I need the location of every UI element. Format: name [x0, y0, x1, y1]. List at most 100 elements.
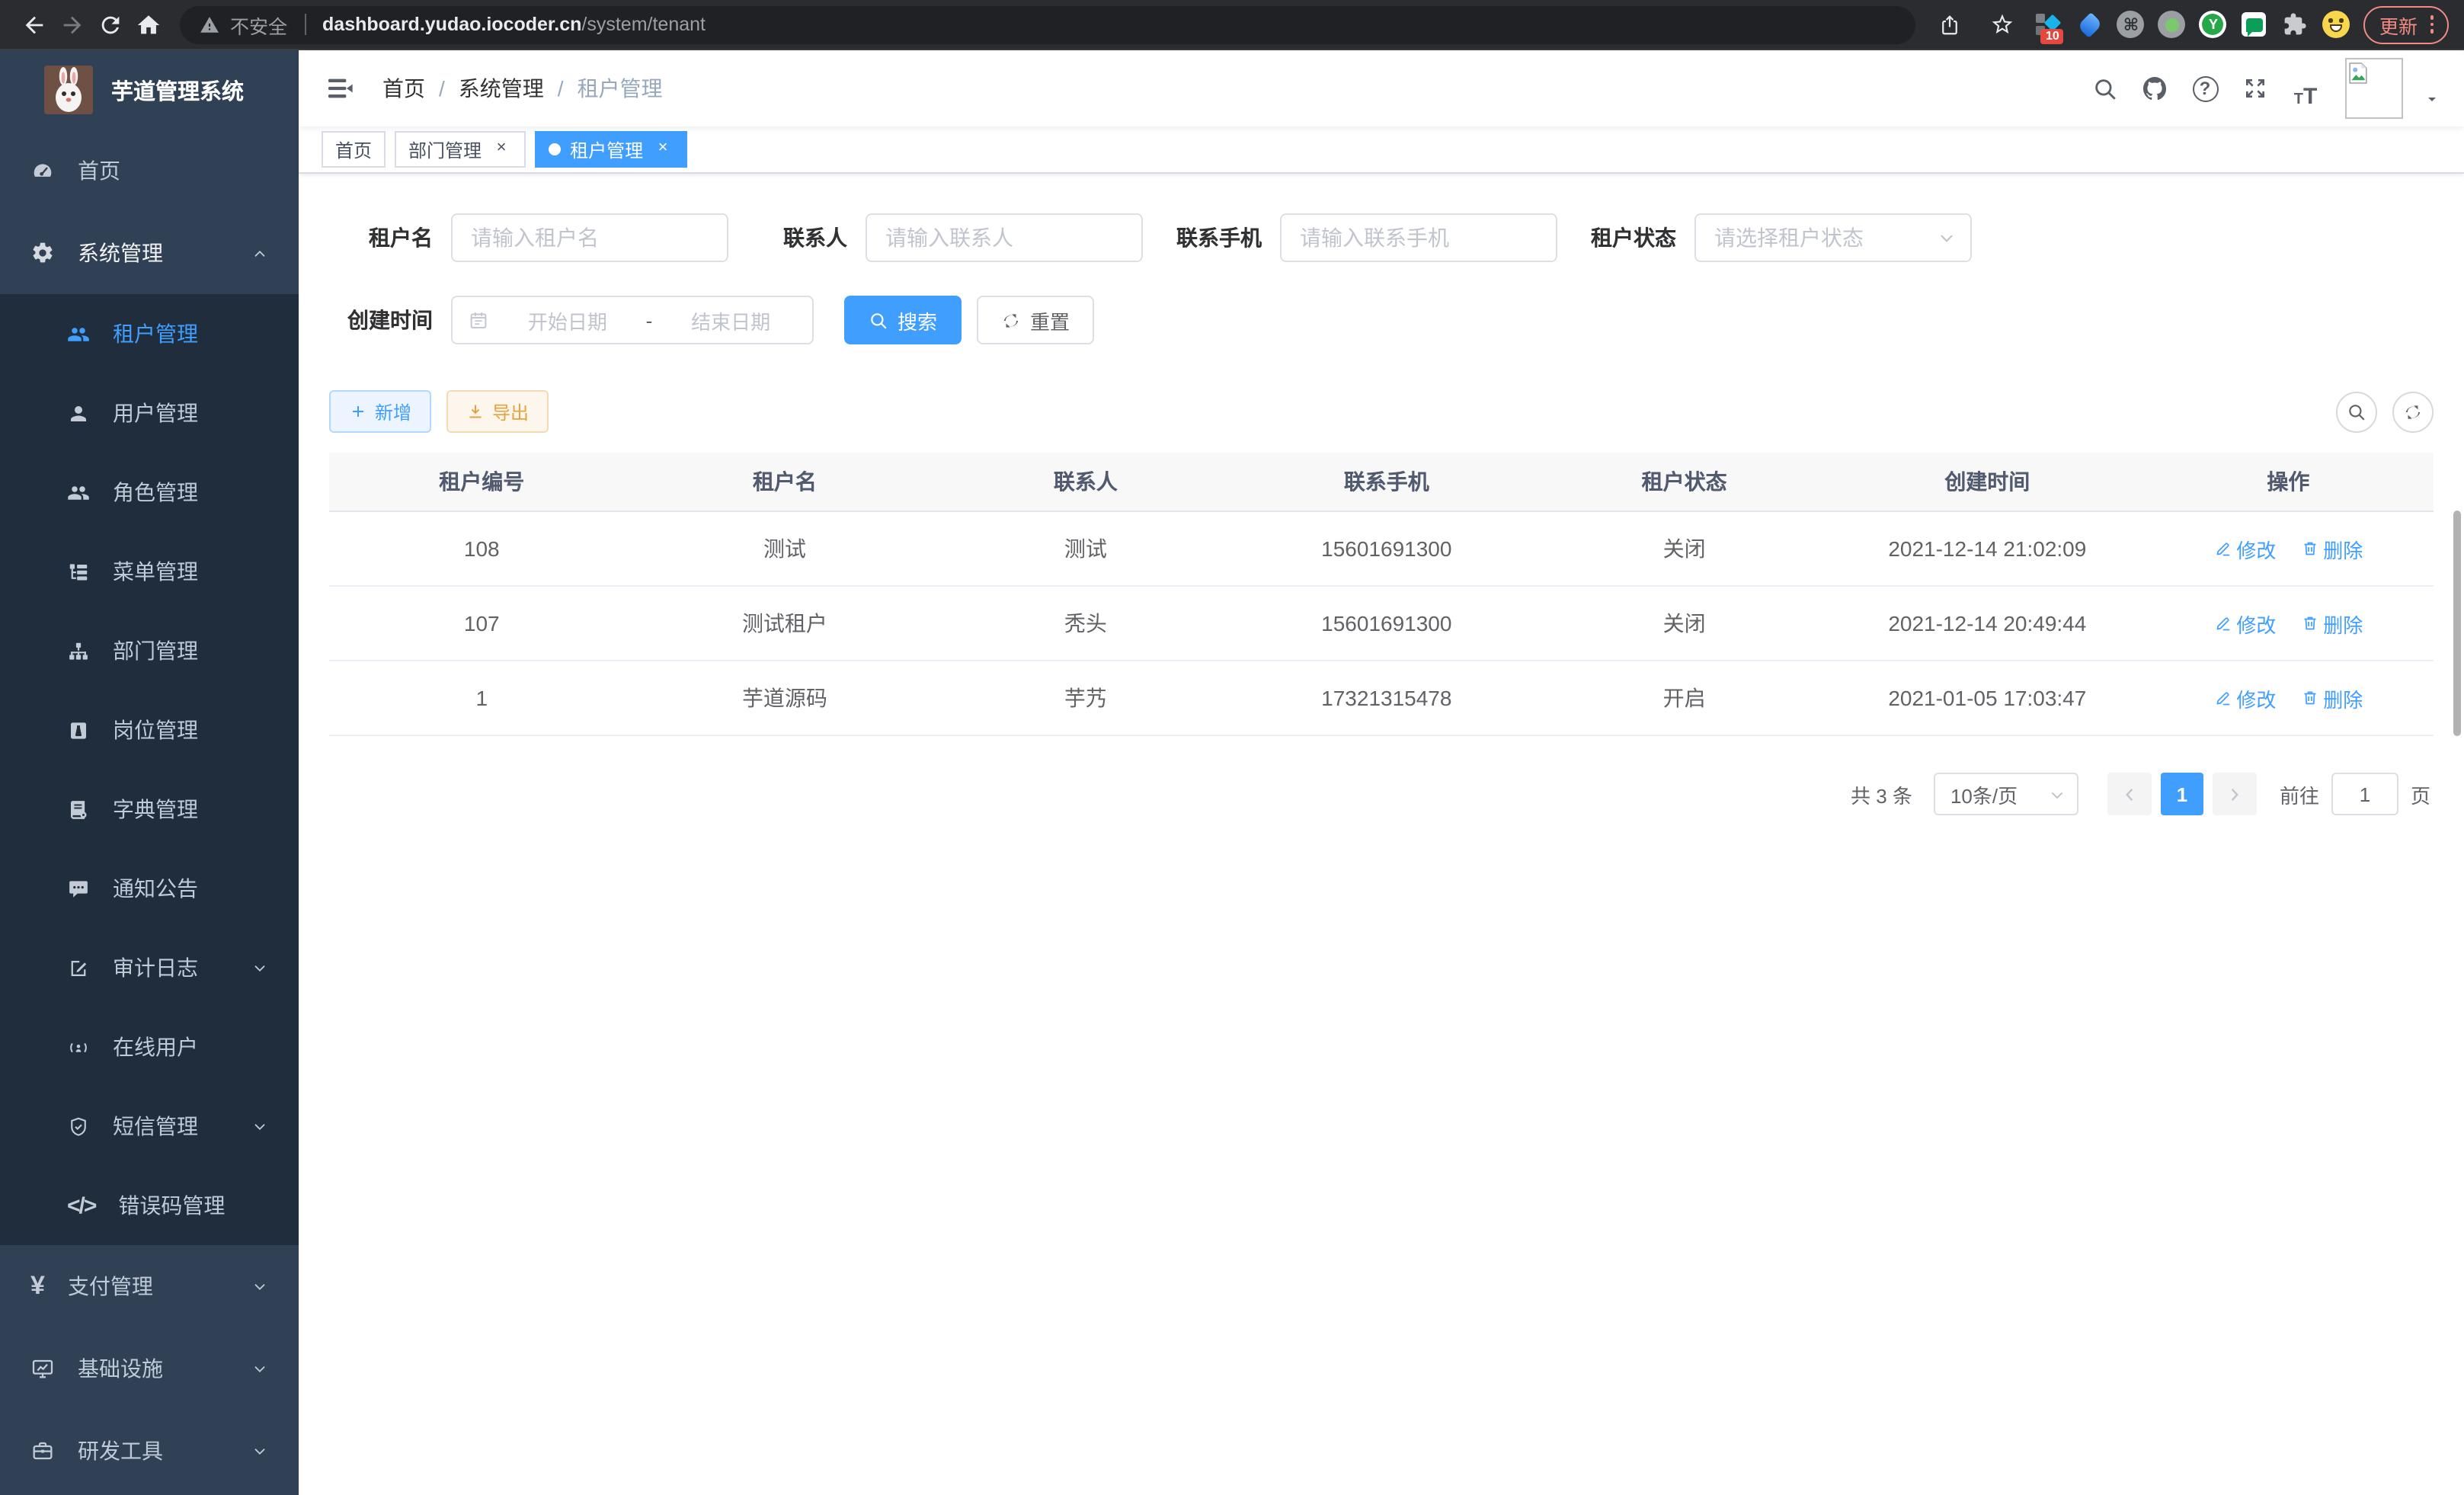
sidebar-item-role[interactable]: 角色管理: [0, 453, 299, 532]
link-label: 修改: [2236, 534, 2276, 563]
tab-tenant-active[interactable]: 租户管理 ×: [535, 131, 687, 168]
breadcrumb-system[interactable]: 系统管理: [459, 73, 544, 104]
edit-link[interactable]: 修改: [2213, 683, 2276, 712]
edit-link[interactable]: 修改: [2213, 609, 2276, 638]
font-size-icon[interactable]: TT: [2286, 69, 2325, 108]
sidebar-item-sms[interactable]: 短信管理: [0, 1087, 299, 1166]
cell-contact: 秃头: [935, 586, 1236, 661]
goto-unit: 页: [2411, 780, 2430, 808]
cell-status: 关闭: [1537, 586, 1832, 661]
sidebar-item-post[interactable]: 岗位管理: [0, 690, 299, 770]
chrome-update-button[interactable]: 更新: [2364, 5, 2449, 43]
sidebar-item-tenant[interactable]: 租户管理: [0, 294, 299, 373]
show-search-toggle-button[interactable]: [2336, 391, 2377, 432]
help-icon[interactable]: ?: [2185, 69, 2225, 108]
cell-tenant-name: 测试: [634, 511, 935, 586]
sidebar-item-system[interactable]: 系统管理: [0, 212, 299, 294]
export-button[interactable]: 导出: [446, 390, 549, 433]
mobile-input[interactable]: [1280, 213, 1557, 262]
goto-page-input[interactable]: [2331, 773, 2398, 815]
goto-label: 前往: [2280, 780, 2319, 808]
browser-back-button[interactable]: [15, 5, 53, 43]
cell-created: 2021-01-05 17:03:47: [1832, 661, 2143, 735]
extensions-puzzle-icon[interactable]: [2282, 11, 2309, 38]
sidebar-fold-button[interactable]: [322, 70, 358, 107]
cell-created: 2021-12-14 20:49:44: [1832, 586, 2143, 661]
browser-forward-button[interactable]: [53, 5, 91, 43]
sidebar-item-label: 首页: [78, 155, 120, 186]
tab-label: 首页: [335, 136, 372, 162]
users-icon: [67, 322, 90, 345]
close-icon[interactable]: ×: [491, 139, 512, 160]
filter-create-time: 创建时间 开始日期 - 结束日期: [329, 296, 814, 344]
refresh-icon: [1001, 310, 1021, 330]
extension-record-icon[interactable]: [2158, 11, 2186, 38]
tab-dept[interactable]: 部门管理 ×: [395, 131, 526, 168]
sidebar-item-errcode[interactable]: </> 错误码管理: [0, 1166, 299, 1245]
sidebar-item-user[interactable]: 用户管理: [0, 373, 299, 453]
sidebar-item-menu[interactable]: 菜单管理: [0, 532, 299, 611]
download-icon: [466, 402, 485, 421]
tab-label: 部门管理: [408, 136, 482, 162]
sidebar-item-label: 通知公告: [113, 873, 198, 904]
browser-home-button[interactable]: [130, 5, 168, 43]
refresh-table-button[interactable]: [2392, 391, 2434, 432]
reset-button[interactable]: 重置: [977, 296, 1094, 344]
bookmark-star-button[interactable]: [1983, 5, 2021, 43]
extension-command-icon[interactable]: ⌘: [2117, 11, 2145, 38]
date-range-picker[interactable]: 开始日期 - 结束日期: [451, 296, 814, 344]
table-row: 1 芋道源码 芋艿 17321315478 开启 2021-01-05 17:0…: [329, 661, 2434, 735]
extension-kite-icon[interactable]: [2076, 11, 2104, 38]
tab-home[interactable]: 首页: [322, 131, 386, 168]
tenant-name-input[interactable]: [451, 213, 728, 262]
cell-created: 2021-12-14 21:02:09: [1832, 511, 2143, 586]
avatar-dropdown-caret-icon[interactable]: [2423, 90, 2441, 108]
extension-chat-icon[interactable]: [2241, 11, 2268, 38]
page-url: dashboard.yudao.iocoder.cn/system/tenant: [322, 14, 706, 35]
sidebar-item-devtools[interactable]: 研发工具: [0, 1410, 299, 1492]
sidebar-item-dict[interactable]: 字典管理: [0, 770, 299, 849]
browser-reload-button[interactable]: [91, 5, 130, 43]
page-size-select[interactable]: 10条/页: [1934, 773, 2078, 815]
cell-tenant-name: 测试租户: [634, 586, 935, 661]
sidebar-logo[interactable]: 芋道管理系统: [0, 50, 299, 130]
edit-link[interactable]: 修改: [2213, 534, 2276, 563]
people-icon: [67, 481, 90, 504]
github-icon[interactable]: [2135, 69, 2174, 108]
header-search-icon[interactable]: [2085, 69, 2124, 108]
contact-input[interactable]: [866, 213, 1143, 262]
add-button[interactable]: 新增: [329, 390, 431, 433]
sidebar-item-notice[interactable]: 通知公告: [0, 849, 299, 928]
sidebar-item-pay[interactable]: ¥ 支付管理: [0, 1245, 299, 1327]
sidebar-item-home[interactable]: 首页: [0, 130, 299, 212]
prev-page-button[interactable]: [2107, 773, 2152, 815]
extension-grid-icon[interactable]: 10: [2035, 11, 2062, 38]
calendar-icon: [468, 309, 489, 331]
status-select[interactable]: 请选择租户状态: [1694, 213, 1972, 262]
address-bar[interactable]: 不安全 dashboard.yudao.iocoder.cn/system/te…: [180, 5, 1916, 43]
next-page-button[interactable]: [2213, 773, 2257, 815]
cell-tenant-id: 107: [329, 586, 634, 661]
delete-link[interactable]: 删除: [2300, 683, 2363, 712]
share-button[interactable]: [1931, 5, 1970, 43]
search-button[interactable]: 搜索: [844, 296, 962, 344]
sidebar-item-audit-log[interactable]: 审计日志: [0, 928, 299, 1007]
browser-menu-icon[interactable]: [2430, 16, 2434, 34]
current-page-button[interactable]: 1: [2161, 773, 2203, 815]
sidebar-item-infra[interactable]: 基础设施: [0, 1327, 299, 1410]
sidebar-item-dept[interactable]: 部门管理: [0, 611, 299, 690]
breadcrumb-home[interactable]: 首页: [382, 73, 425, 104]
scrollbar-thumb[interactable]: [2453, 511, 2461, 736]
extension-y-icon[interactable]: Y: [2200, 11, 2227, 38]
edit-document-icon: [67, 956, 90, 979]
app-window: 芋道管理系统 首页 系统管理 租户管理 用户管理: [0, 50, 2464, 1495]
close-icon[interactable]: ×: [652, 139, 674, 160]
avatar[interactable]: [2345, 58, 2403, 119]
sidebar-item-online-user[interactable]: 在线用户: [0, 1007, 299, 1087]
delete-link[interactable]: 删除: [2300, 534, 2363, 563]
extension-emoji-icon[interactable]: [2323, 11, 2350, 38]
fullscreen-icon[interactable]: [2235, 69, 2275, 108]
search-icon: [869, 310, 888, 330]
cell-tenant-id: 108: [329, 511, 634, 586]
delete-link[interactable]: 删除: [2300, 609, 2363, 638]
